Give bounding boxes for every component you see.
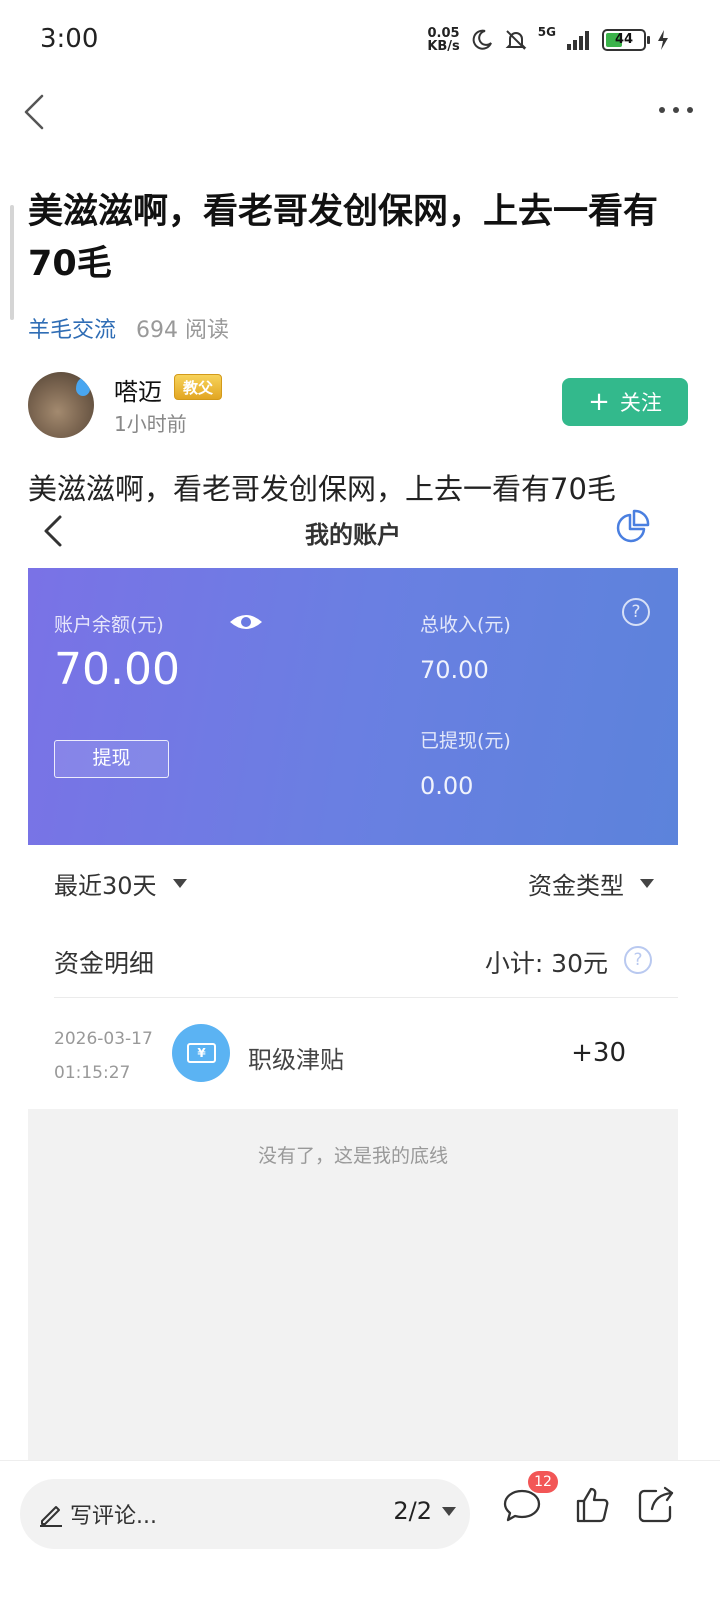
comment-input[interactable]: 写评论... 2/2 bbox=[20, 1479, 470, 1549]
battery-icon: 44 bbox=[602, 29, 650, 51]
post-time: 1小时前 bbox=[114, 412, 187, 436]
status-icons: 0.05 KB/s 5G 44 bbox=[427, 22, 670, 58]
divider bbox=[54, 997, 678, 998]
help-icon: ? bbox=[622, 598, 650, 626]
scroll-indicator bbox=[10, 205, 14, 320]
transaction-time: 01:15:27 bbox=[54, 1063, 131, 1083]
signal-5g-label: 5G bbox=[537, 25, 556, 39]
article-title: 美滋滋啊，看老哥发创保网，上去一看有70毛 bbox=[28, 192, 659, 284]
eye-icon bbox=[230, 615, 262, 629]
filter-row: 最近30天 资金类型 bbox=[28, 850, 678, 920]
category-link[interactable]: 羊毛交流 bbox=[28, 312, 116, 344]
like-icon[interactable] bbox=[570, 1483, 614, 1527]
transaction-row: 2026-03-17 01:15:27 ¥ 职级津贴 +30 bbox=[28, 1010, 678, 1100]
type-filter-label: 资金类型 bbox=[528, 872, 624, 900]
period-filter-label: 最近30天 bbox=[54, 872, 157, 900]
detail-header: 资金明细 小计: 30元 ? bbox=[28, 930, 678, 998]
author-badge: 教父 bbox=[174, 374, 223, 400]
list-end-text: 没有了，这是我的底线 bbox=[257, 1145, 448, 1167]
author-name[interactable]: 嗒迈 bbox=[114, 372, 162, 407]
total-income-value: 70.00 bbox=[420, 656, 489, 684]
article-meta: 羊毛交流 694 阅读 bbox=[28, 312, 229, 344]
page-indicator[interactable]: 2/2 bbox=[393, 1497, 456, 1525]
withdrawn-label: 已提现(元) bbox=[420, 730, 511, 752]
embedded-title: 我的账户 bbox=[305, 521, 401, 549]
page-indicator-text: 2/2 bbox=[393, 1497, 432, 1525]
network-speed: 0.05 KB/s bbox=[427, 26, 460, 54]
embedded-header: 我的账户 bbox=[28, 505, 678, 565]
type-filter: 资金类型 bbox=[528, 866, 654, 901]
signal-icon bbox=[567, 31, 589, 50]
money-card-icon: ¥ bbox=[172, 1024, 230, 1082]
subtotal: 小计: 30元 bbox=[484, 949, 608, 978]
withdrawn-value: 0.00 bbox=[420, 772, 474, 800]
dropdown-arrow-icon bbox=[172, 879, 187, 888]
dropdown-arrow-icon bbox=[442, 1506, 456, 1516]
total-income-label: 总收入(元) bbox=[420, 614, 511, 636]
status-time: 3:00 bbox=[40, 24, 99, 54]
balance-value: 70.00 bbox=[54, 644, 180, 695]
transaction-date: 2026-03-17 bbox=[54, 1029, 153, 1049]
article-body-text: 美滋滋啊，看老哥发创保网，上去一看有70毛 bbox=[28, 472, 616, 506]
transaction-datetime: 2026-03-17 01:15:27 bbox=[54, 1022, 153, 1090]
avatar[interactable] bbox=[28, 372, 94, 438]
detail-title: 资金明细 bbox=[54, 949, 155, 978]
balance-card: 账户余额(元) 70.00 总收入(元) ? 70.00 已提现(元) 0.00… bbox=[28, 568, 678, 845]
period-filter: 最近30天 bbox=[54, 866, 187, 901]
charging-icon bbox=[658, 30, 668, 50]
read-count: 694 阅读 bbox=[136, 318, 230, 343]
embedded-screenshot[interactable]: 我的账户 账户余额(元) 70.00 总收入(元) ? 70.00 已提现(元)… bbox=[28, 505, 678, 1460]
follow-label: 关注 bbox=[619, 391, 662, 415]
transaction-amount: +30 bbox=[571, 1038, 626, 1068]
pencil-icon bbox=[40, 1506, 62, 1527]
follow-button[interactable]: + 关注 bbox=[562, 378, 688, 426]
withdraw-button: 提现 bbox=[54, 740, 169, 778]
back-icon[interactable] bbox=[16, 90, 56, 134]
dropdown-arrow-icon bbox=[640, 879, 654, 888]
moon-icon bbox=[472, 29, 492, 50]
list-end-area: 没有了，这是我的底线 bbox=[28, 1109, 678, 1460]
more-icon[interactable] bbox=[656, 98, 696, 122]
share-icon[interactable] bbox=[634, 1483, 678, 1527]
bell-muted-icon bbox=[505, 30, 527, 50]
transaction-name: 职级津贴 bbox=[248, 1046, 344, 1074]
bottom-bar: 写评论... 2/2 12 bbox=[0, 1460, 720, 1600]
top-nav bbox=[0, 80, 720, 150]
balance-label: 账户余额(元) bbox=[54, 614, 164, 636]
plus-icon: + bbox=[588, 387, 610, 417]
author-row: 嗒迈 教父 1小时前 + 关注 bbox=[28, 372, 688, 444]
pie-chart-icon bbox=[616, 509, 650, 543]
help-icon: ? bbox=[624, 946, 652, 974]
comment-placeholder: 写评论... bbox=[70, 1504, 157, 1529]
comment-count-badge: 12 bbox=[528, 1471, 558, 1493]
status-bar: 3:00 0.05 KB/s 5G 44 bbox=[0, 0, 720, 80]
